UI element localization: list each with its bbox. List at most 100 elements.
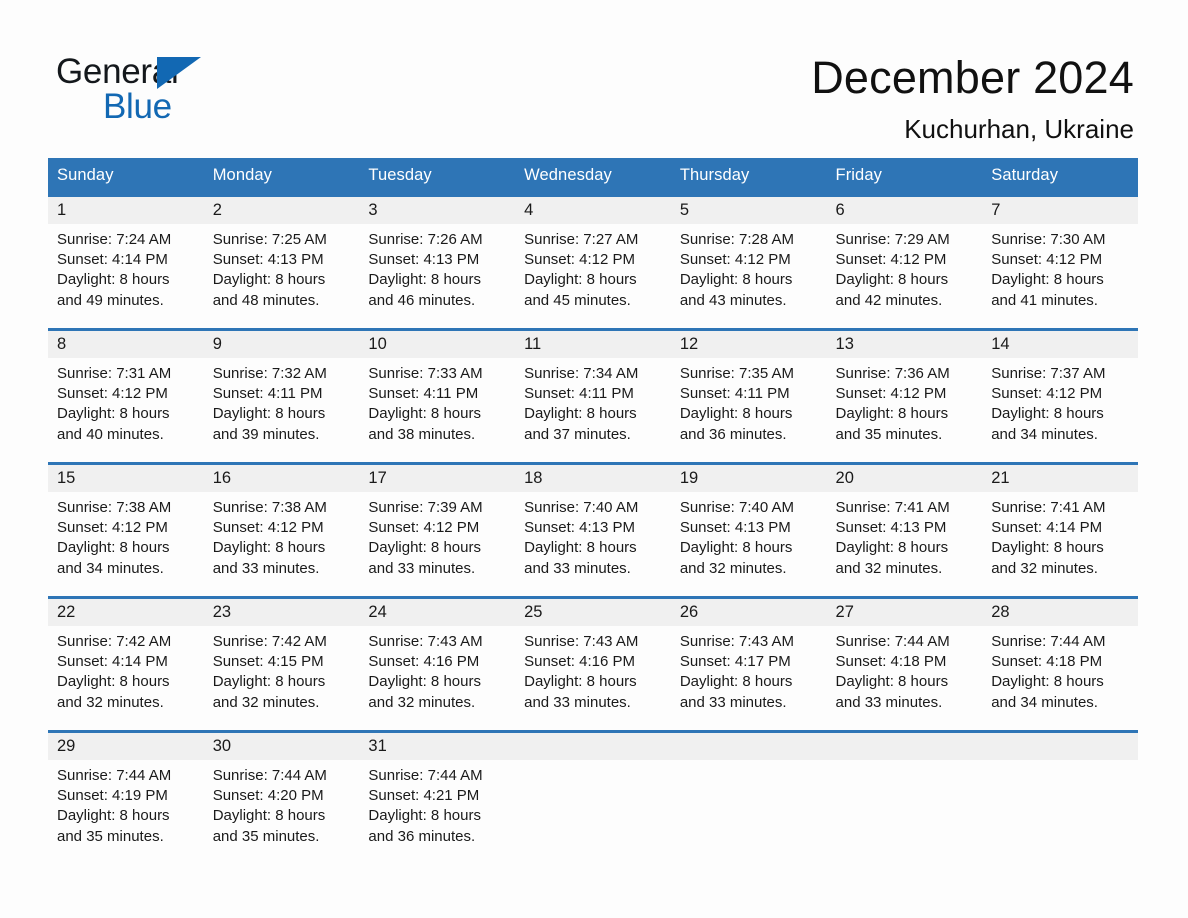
logo-text-blue: Blue bbox=[103, 87, 172, 126]
daylight-text-line2: and 35 minutes. bbox=[212, 827, 320, 845]
day-cell[interactable]: 27 Sunrise: 7:44 AM Sunset: 4:18 PM Dayl… bbox=[826, 596, 983, 732]
daylight-text-line2: and 46 minutes. bbox=[368, 291, 476, 309]
daylight-text-line1: Daylight: 8 hours bbox=[524, 673, 637, 691]
day-cell[interactable]: 22 Sunrise: 7:42 AM Sunset: 4:14 PM Dayl… bbox=[48, 596, 204, 732]
sunset-text: Sunset: 4:14 PM bbox=[57, 653, 168, 671]
day-cell[interactable]: 17 Sunrise: 7:39 AM Sunset: 4:12 PM Dayl… bbox=[359, 462, 516, 598]
day-cell[interactable]: 11 Sunrise: 7:34 AM Sunset: 4:11 PM Dayl… bbox=[515, 328, 671, 464]
day-cell[interactable]: 31 Sunrise: 7:44 AM Sunset: 4:21 PM Dayl… bbox=[359, 730, 516, 864]
day-cell[interactable]: 30 Sunrise: 7:44 AM Sunset: 4:20 PM Dayl… bbox=[203, 730, 360, 864]
sunrise-text: Sunrise: 7:43 AM bbox=[524, 633, 639, 650]
week-row: 1 Sunrise: 7:24 AM Sunset: 4:14 PM Dayli… bbox=[48, 194, 1138, 330]
calendar-body: 1 Sunrise: 7:24 AM Sunset: 4:14 PM Dayli… bbox=[48, 194, 1138, 864]
sunset-text: Sunset: 4:13 PM bbox=[368, 251, 480, 269]
sunrise-text: Sunrise: 7:42 AM bbox=[212, 633, 327, 650]
daylight-text-line2: and 41 minutes. bbox=[991, 291, 1098, 309]
day-details: Sunrise: 7:25 AM Sunset: 4:13 PM Dayligh… bbox=[204, 224, 360, 311]
sunrise-text: Sunrise: 7:40 AM bbox=[679, 499, 795, 516]
day-details: Sunrise: 7:37 AM Sunset: 4:12 PM Dayligh… bbox=[982, 358, 1138, 445]
daylight-text-line1: Daylight: 8 hours bbox=[57, 673, 170, 691]
day-number bbox=[515, 733, 671, 760]
daylight-text-line2: and 35 minutes. bbox=[835, 425, 943, 443]
sunrise-text: Sunrise: 7:44 AM bbox=[212, 767, 327, 784]
sunrise-text: Sunrise: 7:38 AM bbox=[57, 499, 172, 516]
day-number bbox=[982, 733, 1138, 760]
day-cell-empty bbox=[982, 730, 1138, 864]
weekday-header-wednesday: Wednesday bbox=[515, 158, 671, 196]
day-cell[interactable]: 21 Sunrise: 7:41 AM Sunset: 4:14 PM Dayl… bbox=[982, 462, 1138, 598]
daylight-text-line2: and 32 minutes. bbox=[212, 693, 320, 711]
sunset-text: Sunset: 4:11 PM bbox=[524, 385, 634, 403]
day-cell[interactable]: 29 Sunrise: 7:44 AM Sunset: 4:19 PM Dayl… bbox=[48, 730, 204, 864]
day-cell[interactable]: 4 Sunrise: 7:27 AM Sunset: 4:12 PM Dayli… bbox=[515, 194, 671, 330]
week-row: 22 Sunrise: 7:42 AM Sunset: 4:14 PM Dayl… bbox=[48, 596, 1138, 732]
day-cell[interactable]: 9 Sunrise: 7:32 AM Sunset: 4:11 PM Dayli… bbox=[203, 328, 360, 464]
sunset-text: Sunset: 4:17 PM bbox=[679, 653, 791, 671]
day-cell[interactable]: 6 Sunrise: 7:29 AM Sunset: 4:12 PM Dayli… bbox=[826, 194, 983, 330]
day-cell[interactable]: 7 Sunrise: 7:30 AM Sunset: 4:12 PM Dayli… bbox=[982, 194, 1138, 330]
page-header: General Blue December 2024 Kuchurhan, Uk… bbox=[0, 0, 1188, 152]
day-number: 29 bbox=[48, 733, 204, 760]
day-cell[interactable]: 18 Sunrise: 7:40 AM Sunset: 4:13 PM Dayl… bbox=[515, 462, 671, 598]
daylight-text-line2: and 32 minutes. bbox=[57, 693, 164, 711]
day-number: 6 bbox=[826, 197, 983, 224]
daylight-text-line2: and 33 minutes. bbox=[524, 693, 631, 711]
day-cell[interactable]: 23 Sunrise: 7:42 AM Sunset: 4:15 PM Dayl… bbox=[203, 596, 360, 732]
day-details: Sunrise: 7:28 AM Sunset: 4:12 PM Dayligh… bbox=[671, 224, 827, 311]
day-details: Sunrise: 7:38 AM Sunset: 4:12 PM Dayligh… bbox=[204, 492, 360, 579]
week-row: 29 Sunrise: 7:44 AM Sunset: 4:19 PM Dayl… bbox=[48, 730, 1138, 864]
daylight-text-line2: and 40 minutes. bbox=[57, 425, 164, 443]
weekday-header-tuesday: Tuesday bbox=[359, 158, 516, 196]
day-details: Sunrise: 7:42 AM Sunset: 4:14 PM Dayligh… bbox=[48, 626, 204, 713]
day-details: Sunrise: 7:40 AM Sunset: 4:13 PM Dayligh… bbox=[515, 492, 671, 579]
daylight-text-line1: Daylight: 8 hours bbox=[212, 271, 326, 289]
daylight-text-line1: Daylight: 8 hours bbox=[679, 539, 793, 557]
sunset-text: Sunset: 4:12 PM bbox=[57, 385, 168, 403]
sunset-text: Sunset: 4:21 PM bbox=[368, 787, 480, 805]
logo-triangle-icon bbox=[157, 57, 201, 89]
day-cell[interactable]: 1 Sunrise: 7:24 AM Sunset: 4:14 PM Dayli… bbox=[48, 194, 204, 330]
daylight-text-line1: Daylight: 8 hours bbox=[57, 405, 170, 423]
day-details: Sunrise: 7:44 AM Sunset: 4:18 PM Dayligh… bbox=[827, 626, 983, 713]
sunset-text: Sunset: 4:12 PM bbox=[368, 519, 480, 537]
sunset-text: Sunset: 4:12 PM bbox=[679, 251, 791, 269]
day-cell[interactable]: 24 Sunrise: 7:43 AM Sunset: 4:16 PM Dayl… bbox=[359, 596, 516, 732]
week-row: 8 Sunrise: 7:31 AM Sunset: 4:12 PM Dayli… bbox=[48, 328, 1138, 464]
daylight-text-line1: Daylight: 8 hours bbox=[57, 539, 170, 557]
weekday-header-monday: Monday bbox=[203, 158, 360, 196]
day-cell[interactable]: 19 Sunrise: 7:40 AM Sunset: 4:13 PM Dayl… bbox=[670, 462, 827, 598]
day-cell[interactable]: 20 Sunrise: 7:41 AM Sunset: 4:13 PM Dayl… bbox=[826, 462, 983, 598]
day-number: 9 bbox=[203, 331, 360, 358]
day-cell[interactable]: 14 Sunrise: 7:37 AM Sunset: 4:12 PM Dayl… bbox=[982, 328, 1138, 464]
day-cell[interactable]: 25 Sunrise: 7:43 AM Sunset: 4:16 PM Dayl… bbox=[515, 596, 671, 732]
day-cell[interactable]: 16 Sunrise: 7:38 AM Sunset: 4:12 PM Dayl… bbox=[203, 462, 360, 598]
day-cell[interactable]: 10 Sunrise: 7:33 AM Sunset: 4:11 PM Dayl… bbox=[359, 328, 516, 464]
day-number: 4 bbox=[515, 197, 671, 224]
general-blue-logo[interactable]: General Blue bbox=[56, 52, 216, 130]
day-cell[interactable]: 5 Sunrise: 7:28 AM Sunset: 4:12 PM Dayli… bbox=[670, 194, 827, 330]
day-cell[interactable]: 13 Sunrise: 7:36 AM Sunset: 4:12 PM Dayl… bbox=[826, 328, 983, 464]
day-cell[interactable]: 3 Sunrise: 7:26 AM Sunset: 4:13 PM Dayli… bbox=[359, 194, 516, 330]
day-number: 30 bbox=[203, 733, 360, 760]
day-number: 19 bbox=[670, 465, 827, 492]
day-details: Sunrise: 7:43 AM Sunset: 4:16 PM Dayligh… bbox=[515, 626, 671, 713]
day-number: 15 bbox=[48, 465, 204, 492]
sunset-text: Sunset: 4:12 PM bbox=[835, 251, 947, 269]
day-details: Sunrise: 7:39 AM Sunset: 4:12 PM Dayligh… bbox=[359, 492, 515, 579]
day-number: 26 bbox=[670, 599, 827, 626]
sunrise-text: Sunrise: 7:25 AM bbox=[212, 231, 327, 248]
sunset-text: Sunset: 4:12 PM bbox=[212, 519, 324, 537]
day-details: Sunrise: 7:27 AM Sunset: 4:12 PM Dayligh… bbox=[515, 224, 671, 311]
day-cell-empty bbox=[670, 730, 827, 864]
sunrise-text: Sunrise: 7:44 AM bbox=[368, 767, 483, 784]
day-number: 16 bbox=[203, 465, 360, 492]
day-cell[interactable]: 2 Sunrise: 7:25 AM Sunset: 4:13 PM Dayli… bbox=[203, 194, 360, 330]
day-cell[interactable]: 8 Sunrise: 7:31 AM Sunset: 4:12 PM Dayli… bbox=[48, 328, 204, 464]
calendar-grid: Sunday Monday Tuesday Wednesday Thursday… bbox=[48, 158, 1138, 864]
day-cell[interactable]: 15 Sunrise: 7:38 AM Sunset: 4:12 PM Dayl… bbox=[48, 462, 204, 598]
daylight-text-line1: Daylight: 8 hours bbox=[991, 539, 1104, 557]
day-cell[interactable]: 12 Sunrise: 7:35 AM Sunset: 4:11 PM Dayl… bbox=[670, 328, 827, 464]
day-cell[interactable]: 28 Sunrise: 7:44 AM Sunset: 4:18 PM Dayl… bbox=[982, 596, 1138, 732]
sunrise-text: Sunrise: 7:33 AM bbox=[368, 365, 483, 382]
day-cell[interactable]: 26 Sunrise: 7:43 AM Sunset: 4:17 PM Dayl… bbox=[670, 596, 827, 732]
